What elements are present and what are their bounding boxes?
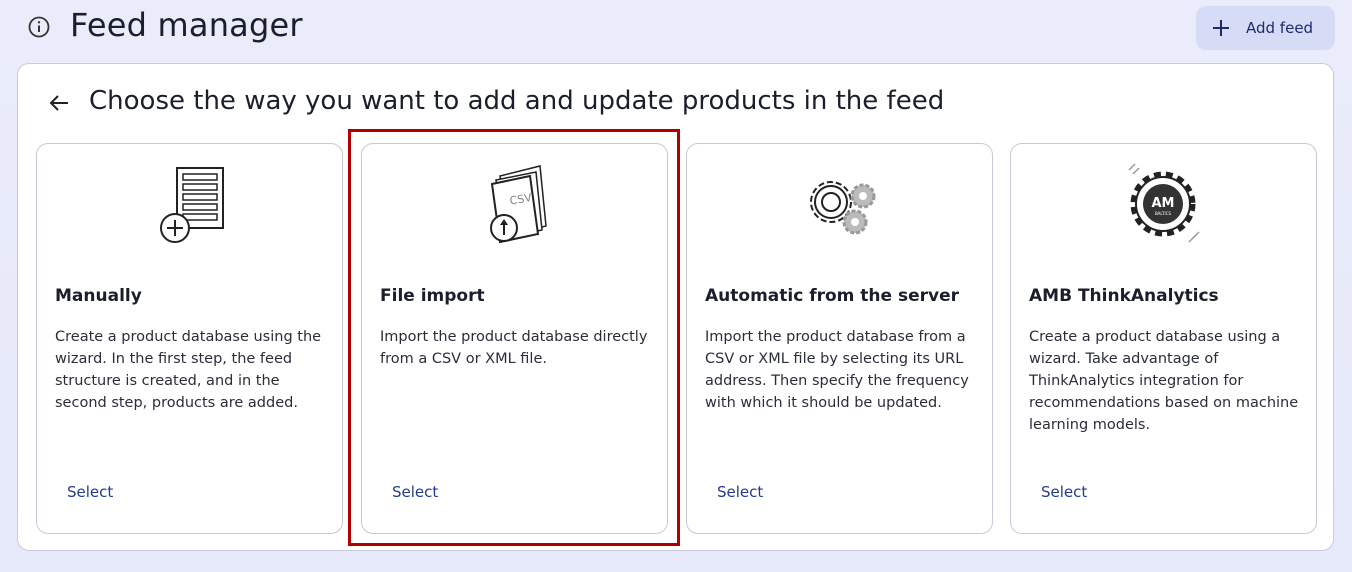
card-manually[interactable]: Manually Create a product database using… — [36, 143, 343, 534]
back-arrow-icon[interactable] — [48, 92, 70, 114]
plus-icon — [1213, 20, 1229, 36]
info-icon[interactable] — [28, 16, 50, 38]
card-automatic-server[interactable]: Automatic from the server Import the pro… — [686, 143, 993, 534]
card-amb-thinkanalytics[interactable]: AM BALTICS AMB ThinkAnalytics Create a p… — [1010, 143, 1317, 534]
card-description: Import the product database directly fro… — [380, 329, 648, 367]
method-panel: Choose the way you want to add and updat… — [17, 63, 1334, 551]
svg-text:AM: AM — [1151, 196, 1174, 211]
gears-icon — [809, 181, 875, 235]
add-feed-button[interactable]: Add feed — [1196, 6, 1335, 50]
card-description: Create a product database using a wizard… — [1029, 329, 1299, 433]
panel-title: Choose the way you want to add and updat… — [89, 86, 945, 116]
select-amb-link[interactable]: Select — [1041, 483, 1087, 501]
page-title: Feed manager — [70, 6, 303, 44]
select-file-import-link[interactable]: Select — [392, 483, 438, 501]
amb-gear-logo-icon: AM BALTICS — [1127, 163, 1200, 243]
card-description: Create a product database using the wiza… — [55, 329, 322, 411]
card-description: Import the product database from a CSV o… — [705, 329, 969, 411]
card-title: Automatic from the server — [705, 286, 959, 306]
card-file-import[interactable]: CSV File import Import the product datab… — [361, 143, 668, 534]
top-bar: Feed manager Add feed — [0, 0, 1352, 60]
select-automatic-link[interactable]: Select — [717, 483, 763, 501]
card-title: File import — [380, 286, 485, 306]
svg-text:BALTICS: BALTICS — [1154, 211, 1171, 216]
csv-upload-icon: CSV — [489, 165, 547, 244]
add-feed-label: Add feed — [1246, 19, 1314, 37]
document-add-icon — [159, 167, 224, 243]
select-manually-link[interactable]: Select — [67, 483, 113, 501]
card-title: AMB ThinkAnalytics — [1029, 286, 1219, 306]
card-title: Manually — [55, 286, 142, 306]
